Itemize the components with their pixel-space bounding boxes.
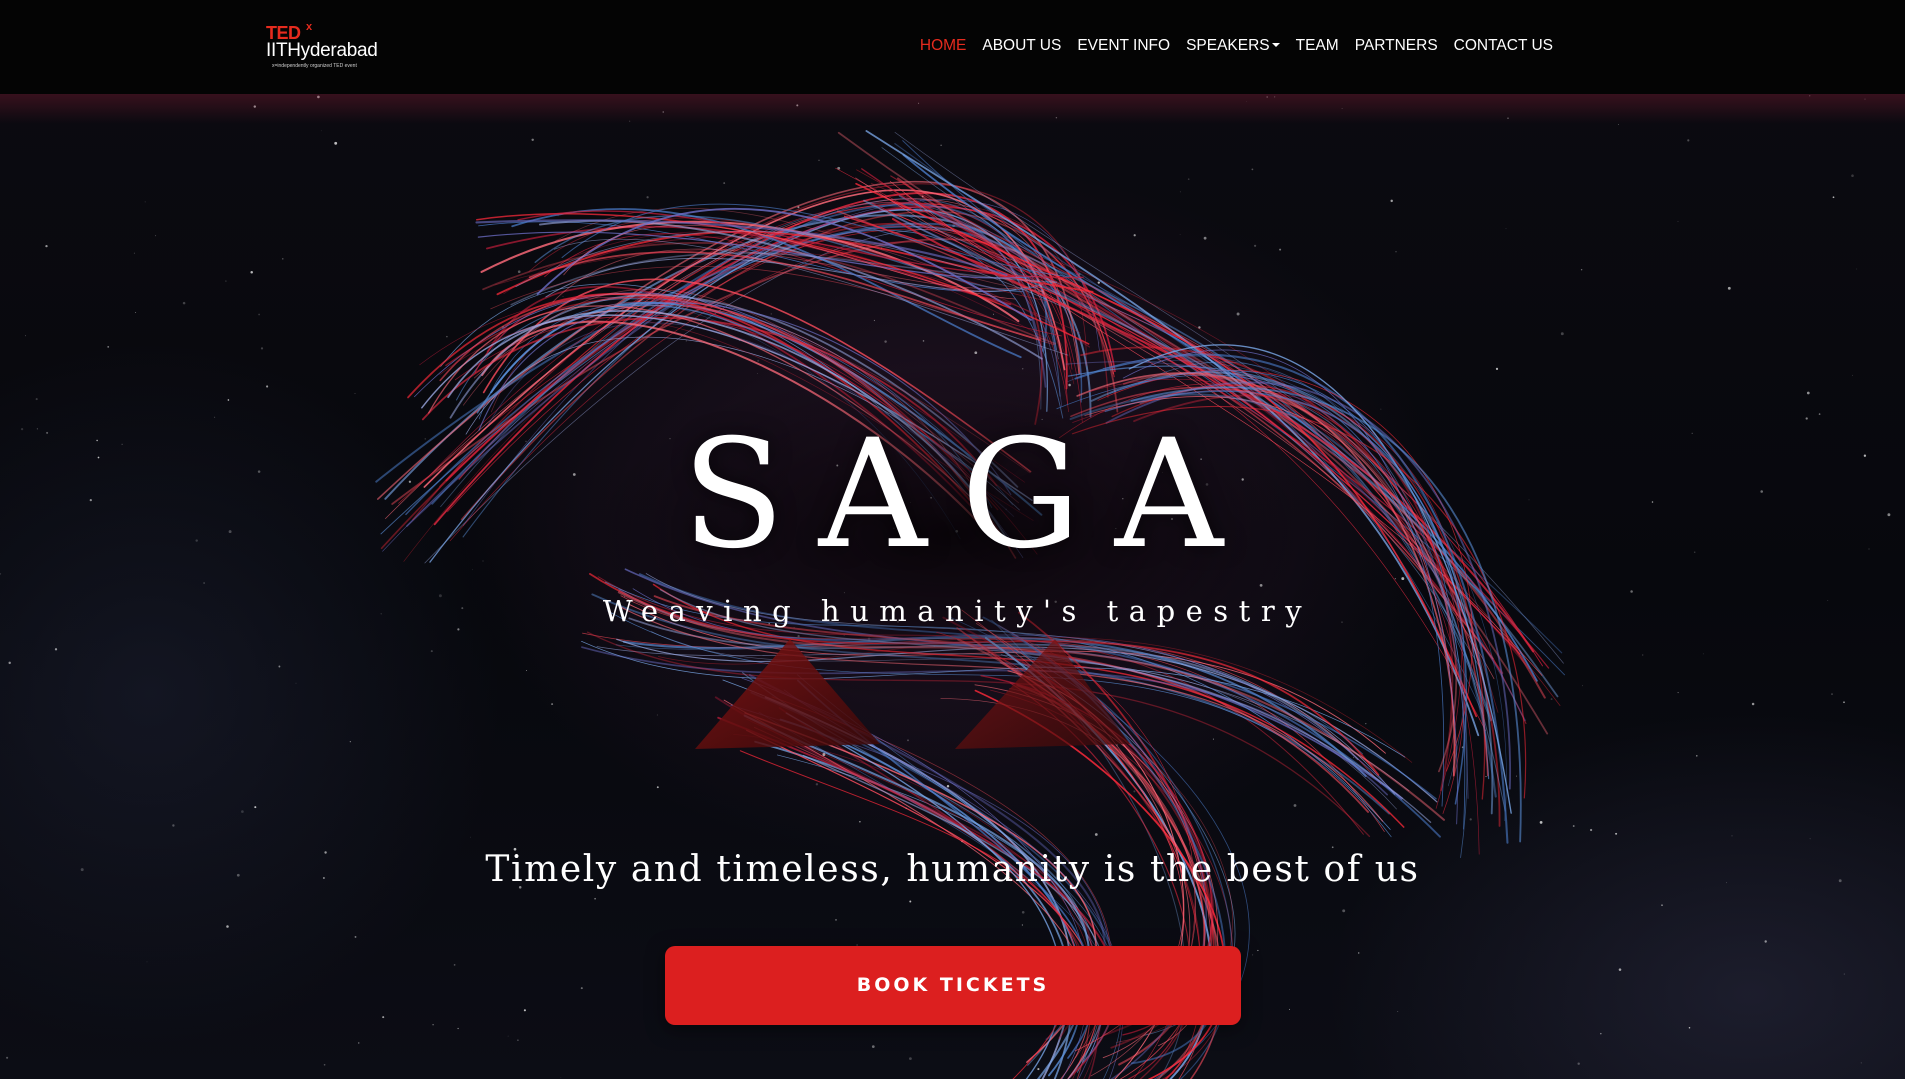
brand-x: x (306, 21, 313, 33)
navbar-glow (0, 94, 1905, 124)
hero-background-art (0, 95, 1891, 1079)
brand-logo[interactable]: TED x IITHyderabad x=independently organ… (266, 21, 386, 72)
nav-item-speakers-label: SPEAKERS (1186, 37, 1270, 54)
hero-subtitle: Weaving humanity's tapestry (602, 594, 1313, 628)
nav-item-contact-us[interactable]: CONTACT US (1454, 36, 1553, 56)
brand-name: IITHyderabad (266, 40, 378, 61)
nav-item-partners[interactable]: PARTNERS (1355, 36, 1438, 56)
hero-tagline: Timely and timeless, humanity is the bes… (485, 849, 1420, 890)
hero-title: SAGA (681, 408, 1258, 582)
hero-section: SAGA Weaving humanity's tapestry Timely … (0, 94, 1905, 1079)
nav-item-about-us[interactable]: ABOUT US (982, 36, 1061, 56)
brand-tagline: x=independently organized TED event (272, 63, 357, 69)
nav-item-home[interactable]: HOME (920, 36, 967, 56)
nav-item-team[interactable]: TEAM (1296, 36, 1339, 56)
page: TED x IITHyderabad x=independently organ… (0, 0, 1905, 1079)
nav-item-event-info[interactable]: EVENT INFO (1077, 36, 1170, 56)
book-tickets-button[interactable]: BOOK TICKETS (665, 946, 1241, 1025)
main-nav: HOME ABOUT US EVENT INFO SPEAKERS TEAM P… (920, 36, 1553, 56)
nav-item-speakers[interactable]: SPEAKERS (1186, 36, 1280, 56)
navbar: TED x IITHyderabad x=independently organ… (0, 0, 1905, 94)
caret-down-icon (1271, 42, 1280, 47)
